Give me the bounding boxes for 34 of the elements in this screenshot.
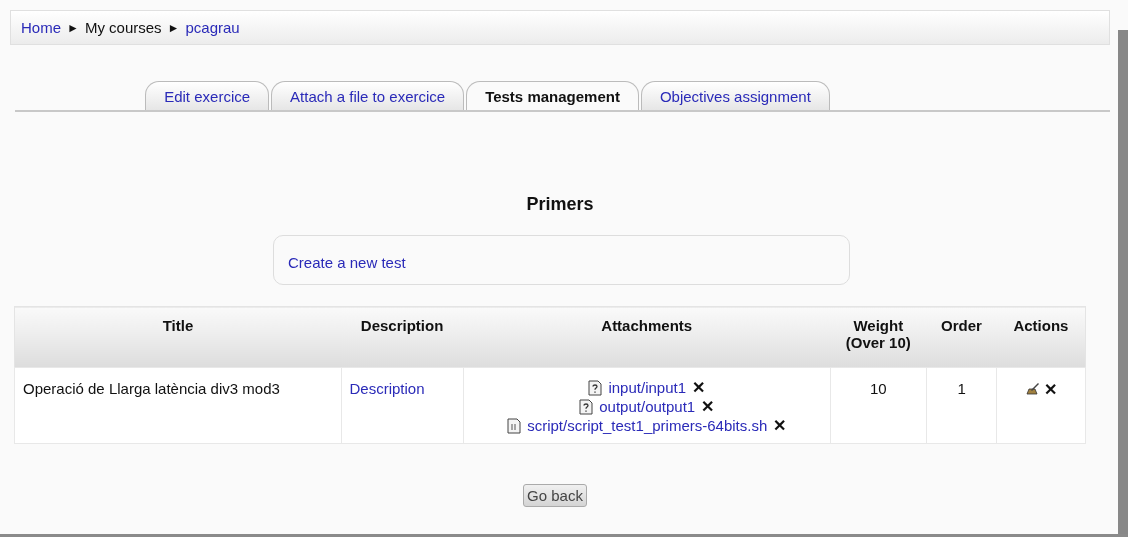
delete-icon[interactable]: ✕ (773, 416, 787, 435)
table-cell: Operació de Llarga latència div3 mod3 (14, 367, 341, 444)
description-link[interactable]: Description (349, 380, 425, 397)
tab[interactable]: Tests management (466, 81, 639, 110)
column-header: Weight (Over 10) (830, 306, 927, 368)
create-test-link[interactable]: Create a new test (288, 254, 406, 271)
table-cell: 10 (830, 367, 927, 444)
attachment-link[interactable]: output/output1 (599, 397, 696, 416)
column-header: Attachments (463, 306, 831, 368)
table-cell: 1 (926, 367, 997, 444)
delete-icon[interactable]: ✕ (1043, 381, 1057, 398)
tab[interactable]: Attach a file to exercice (271, 81, 465, 110)
go-back-button[interactable]: Go back (523, 484, 587, 507)
unknown-file-icon (588, 379, 603, 396)
text-file-icon (507, 417, 522, 434)
unknown-file-icon (579, 398, 594, 415)
column-header: Description (341, 306, 464, 368)
delete-icon[interactable]: ✕ (701, 397, 715, 416)
column-header: Order (926, 306, 997, 368)
breadcrumb-separator: ► (167, 20, 180, 35)
breadcrumb-link[interactable]: Home (21, 19, 61, 36)
breadcrumb-link[interactable]: pcagrau (185, 19, 240, 36)
attachment-link[interactable]: script/script_test1_primers-64bits.sh (527, 416, 768, 435)
breadcrumb-text: My courses (84, 19, 162, 36)
column-header: Actions (996, 306, 1086, 368)
tab[interactable]: Edit exercice (145, 81, 270, 110)
edit-icon[interactable] (1025, 381, 1040, 395)
scrollbar[interactable] (1118, 30, 1128, 534)
tab[interactable]: Objectives assignment (640, 81, 830, 110)
delete-icon[interactable]: ✕ (692, 378, 705, 397)
breadcrumb-separator: ► (67, 20, 79, 35)
column-header: Title (14, 306, 341, 368)
attachment-link[interactable]: input/input1 (608, 378, 686, 397)
page-heading: Primers (525, 194, 595, 215)
